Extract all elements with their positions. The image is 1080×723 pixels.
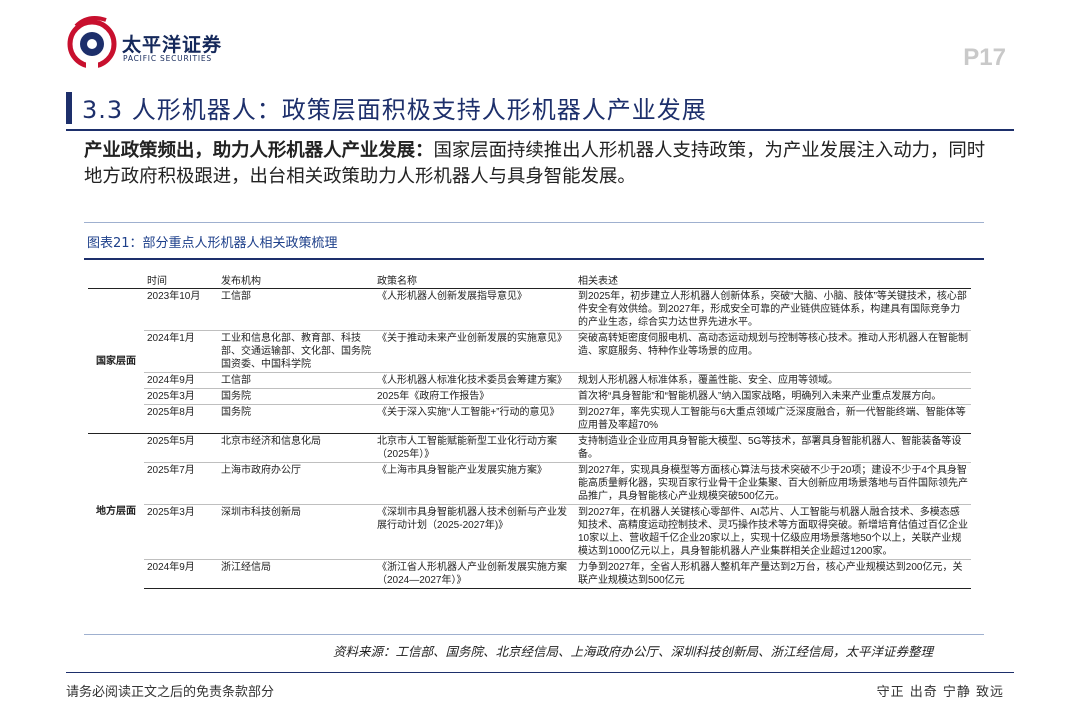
header-policy-name: 政策名称 [374, 271, 575, 289]
cell-description: 首次将“具身智能”和“智能机器人”纳入国家战略，明确列入未来产业重点发展方向。 [575, 388, 971, 405]
cell-agency: 上海市政府办公厅 [218, 462, 374, 505]
cell-time: 2023年10月 [144, 288, 218, 331]
cell-description: 规划人形机器人标准体系，覆盖性能、安全、应用等领域。 [575, 372, 971, 389]
page-header: 太平洋证券 PACIFIC SECURITIES P17 [0, 0, 1080, 86]
table-row: 2024年9月 浙江经信局 《浙江省人形机器人产业创新发展实施方案（2024—2… [88, 559, 971, 589]
brand-name-cn: 太平洋证券 [122, 34, 223, 56]
table-row: 2025年7月 上海市政府办公厅 《上海市具身智能产业发展实施方案》 到2027… [88, 462, 971, 505]
cell-agency: 国务院 [218, 388, 374, 405]
table-row: 2025年8月 国务院 《关于深入实施“人工智能+”行动的意见》 到2027年，… [88, 404, 971, 434]
cell-policy: 《上海市具身智能产业发展实施方案》 [374, 462, 575, 505]
figure-caption-rule [84, 258, 984, 260]
title-divider [66, 129, 1014, 131]
cell-description: 到2027年，在机器人关键核心零部件、AI芯片、人工智能与机器人融合技术、多模态… [575, 504, 971, 560]
cell-description: 到2027年，率先实现人工智能与6大重点领域广泛深度融合，新一代智能终端、智能体… [575, 404, 971, 434]
header-time: 时间 [144, 271, 218, 289]
table-header-row: 时间 发布机构 政策名称 相关表述 [88, 271, 971, 289]
figure-bottom-rule [84, 634, 984, 635]
cell-policy: 北京市人工智能赋能新型工业化行动方案（2025年）》 [374, 433, 575, 463]
cell-agency: 工业和信息化部、教育部、科技部、交通运输部、文化部、国务院国资委、中国科学院 [218, 330, 374, 373]
cell-policy: 《人形机器人创新发展指导意见》 [374, 288, 575, 331]
cell-agency: 北京市经济和信息化局 [218, 433, 374, 463]
table-row: 国家层面 2023年10月 工信部 《人形机器人创新发展指导意见》 到2025年… [88, 288, 971, 434]
footer-divider [66, 672, 1014, 673]
cell-policy: 《关于深入实施“人工智能+”行动的意见》 [374, 404, 575, 434]
table-row: 2024年9月 工信部 《人形机器人标准化技术委员会筹建方案》 规划人形机器人标… [88, 372, 971, 389]
lead-bold: 产业政策频出，助力人形机器人产业发展： [84, 140, 434, 161]
cell-description: 突破高转矩密度伺服电机、高动态运动规划与控制等核心技术。推动人形机器人在智能制造… [575, 330, 971, 373]
cell-description: 到2027年，实现具身模型等方面核心算法与技术突破不少于20项；建设不少于4个具… [575, 462, 971, 505]
cell-time: 2024年9月 [144, 372, 218, 389]
header-group [88, 271, 144, 289]
table-row: 2024年1月 工业和信息化部、教育部、科技部、交通运输部、文化部、国务院国资委… [88, 330, 971, 373]
cell-agency: 工信部 [218, 288, 374, 331]
cell-agency: 浙江经信局 [218, 559, 374, 589]
table-row: 2025年3月 深圳市科技创新局 《深圳市具身智能机器人技术创新与产业发展行动计… [88, 504, 971, 560]
cell-policy: 《浙江省人形机器人产业创新发展实施方案（2024—2027年）》 [374, 559, 575, 589]
lead-paragraph: 产业政策频出，助力人形机器人产业发展：国家层面持续推出人形机器人支持政策，为产业… [84, 138, 999, 190]
cell-description: 力争到2027年，全省人形机器人整机年产量达到2万台，核心产业规模达到200亿元… [575, 559, 971, 589]
cell-policy: 《深圳市具身智能机器人技术创新与产业发展行动计划（2025-2027年)》 [374, 504, 575, 560]
figure-source: 资料来源：工信部、国务院、北京经信局、上海政府办公厅、深圳科技创新局、浙江经信局… [333, 644, 934, 659]
cell-time: 2025年7月 [144, 462, 218, 505]
header-description: 相关表述 [575, 271, 971, 289]
cell-time: 2025年5月 [144, 433, 218, 463]
company-motto: 守正 出奇 宁静 致远 [876, 685, 1004, 700]
policy-table: 时间 发布机构 政策名称 相关表述 国家层面 2023年10月 工信部 《人形机… [88, 271, 971, 589]
cell-time: 2025年8月 [144, 404, 218, 434]
cell-time: 2025年3月 [144, 504, 218, 560]
title-accent-bar [66, 92, 72, 124]
figure-caption: 图表21：部分重点人形机器人相关政策梳理 [87, 236, 338, 251]
cell-agency: 深圳市科技创新局 [218, 504, 374, 560]
cell-policy: 《人形机器人标准化技术委员会筹建方案》 [374, 372, 575, 389]
cell-agency: 工信部 [218, 372, 374, 389]
cell-description: 到2025年，初步建立人形机器人创新体系，突破“大脑、小脑、肢体”等关键技术，核… [575, 288, 971, 331]
group-label-local: 地方层面 [88, 433, 144, 589]
cell-agency: 国务院 [218, 404, 374, 434]
cell-time: 2024年9月 [144, 559, 218, 589]
cell-policy: 2025年《政府工作报告》 [374, 388, 575, 405]
disclaimer-note: 请务必阅读正文之后的免责条款部分 [66, 685, 275, 700]
header-agency: 发布机构 [218, 271, 374, 289]
section-title: 3.3 人形机器人：政策层面积极支持人形机器人产业发展 [82, 96, 707, 124]
page-number: P17 [963, 44, 1006, 71]
cell-time: 2024年1月 [144, 330, 218, 373]
table-row: 2025年3月 国务院 2025年《政府工作报告》 首次将“具身智能”和“智能机… [88, 388, 971, 405]
table-row: 地方层面 2025年5月 北京市经济和信息化局 北京市人工智能赋能新型工业化行动… [88, 433, 971, 589]
group-label-national: 国家层面 [88, 288, 144, 434]
brand-name-en: PACIFIC SECURITIES [123, 54, 212, 63]
figure-top-rule [84, 222, 984, 223]
cell-description: 支持制造业企业应用具身智能大模型、5G等技术，部署具身智能机器人、智能装备等设备… [575, 433, 971, 463]
cell-policy: 《关于推动未来产业创新发展的实施意见》 [374, 330, 575, 373]
pacific-securities-logo-icon [67, 16, 117, 70]
cell-time: 2025年3月 [144, 388, 218, 405]
